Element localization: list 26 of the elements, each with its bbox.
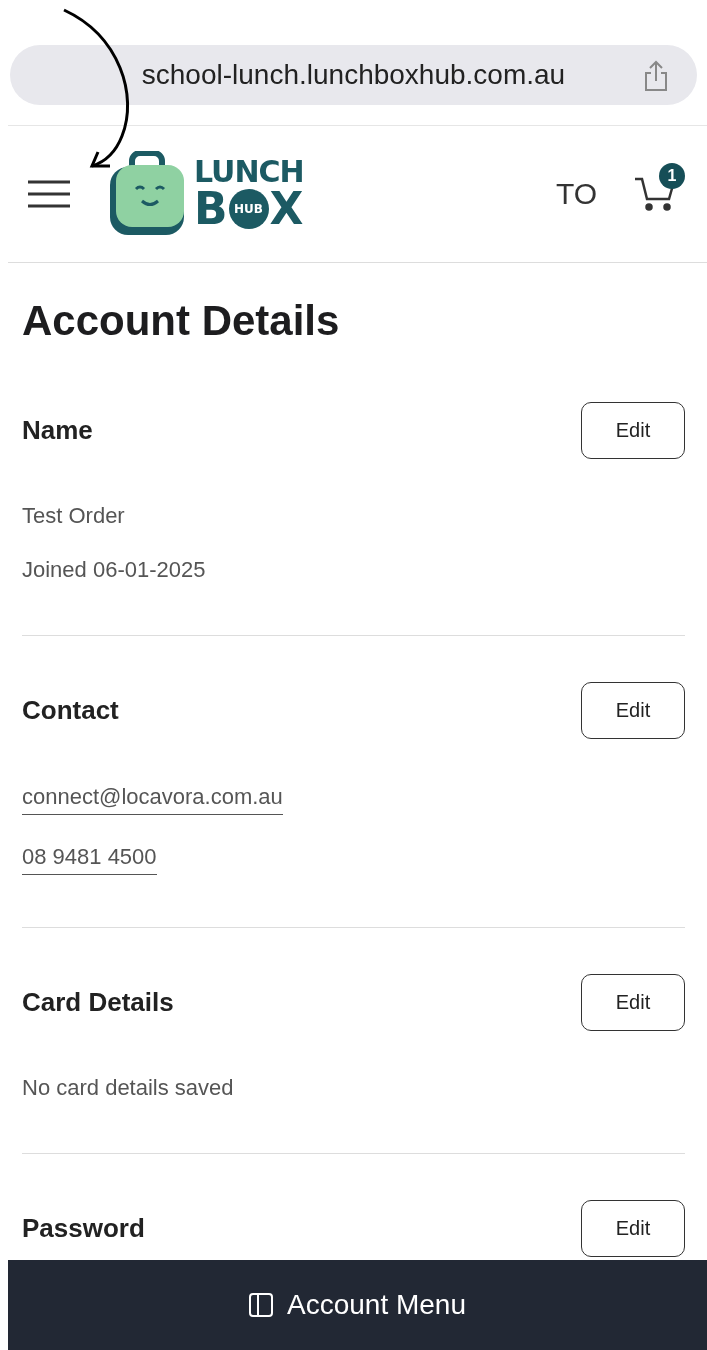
edit-button[interactable]: Edit xyxy=(581,1200,685,1257)
edit-button[interactable]: Edit xyxy=(581,682,685,739)
logo-text: X xyxy=(269,187,304,231)
logo-text: LUNCH xyxy=(194,157,304,187)
section-heading: Name xyxy=(22,415,93,446)
sidebar-icon xyxy=(249,1293,273,1317)
detail-text: No card details saved xyxy=(22,1075,234,1101)
detail-text: Joined 06-01-2025 xyxy=(22,557,206,583)
page-title: Account Details xyxy=(22,297,341,345)
section-heading: Contact xyxy=(22,695,119,726)
contact-link[interactable]: 08 9481 4500 xyxy=(22,843,157,875)
section-heading: Password xyxy=(22,1213,145,1244)
user-initials[interactable]: TO xyxy=(555,177,597,211)
logo-badge: HUB xyxy=(228,189,269,229)
logo-text: B xyxy=(194,187,228,231)
url-text: school-lunch.lunchboxhub.com.au xyxy=(141,59,566,91)
address-bar[interactable]: school-lunch.lunchboxhub.com.au xyxy=(10,45,697,105)
contact-link[interactable]: connect@locavora.com.au xyxy=(22,783,283,815)
menu-icon[interactable] xyxy=(28,180,70,208)
edit-button[interactable]: Edit xyxy=(581,974,685,1031)
account-menu-bar[interactable]: Account Menu xyxy=(8,1260,707,1350)
section-heading: Card Details xyxy=(22,987,174,1018)
detail-text: Test Order xyxy=(22,503,125,529)
cart-count-badge: 1 xyxy=(659,163,685,189)
account-menu-label: Account Menu xyxy=(287,1289,466,1321)
edit-button[interactable]: Edit xyxy=(581,402,685,459)
